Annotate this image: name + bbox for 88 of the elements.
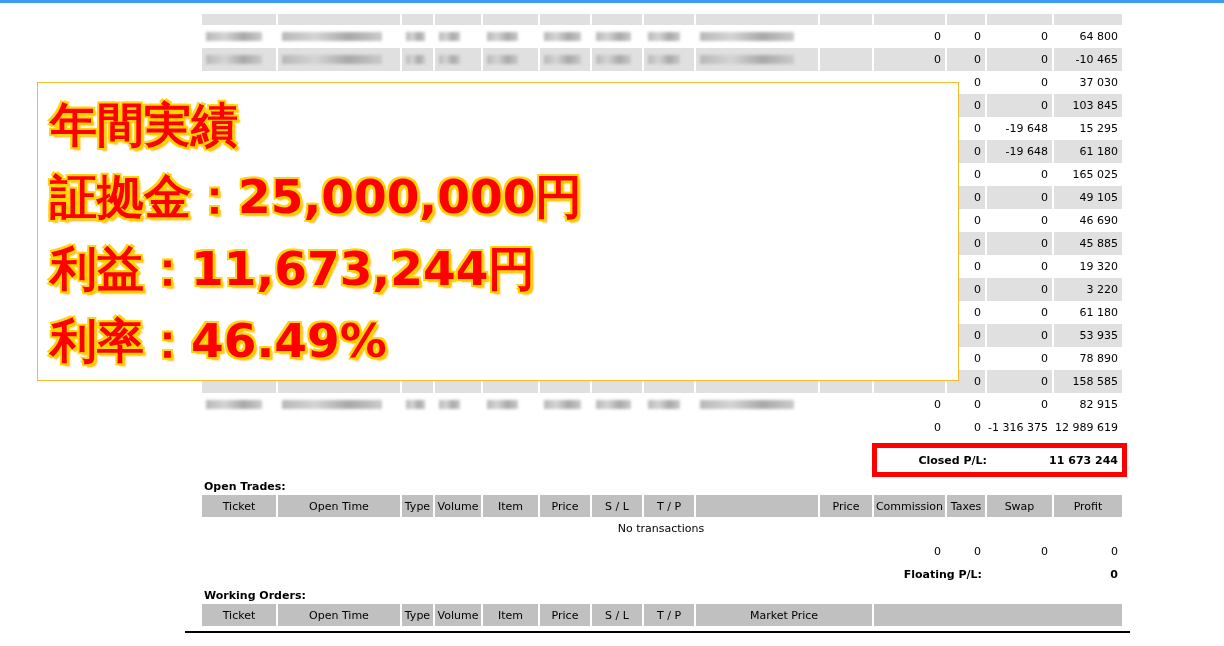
table-cell: -10 465 [1052,48,1122,71]
closed-pl-label: Closed P/L: [917,453,987,467]
column-header: Ticket [200,604,276,626]
redacted-text [544,55,581,64]
redacted-text [544,32,581,41]
column-header: S / L [590,604,642,626]
column-header: Price [818,495,872,517]
table-cell: 53 935 [1052,324,1122,347]
table-cell: 45 885 [1052,232,1122,255]
redacted-text [648,32,681,41]
table-cell: 158 585 [1052,370,1122,393]
column-header: Ticket [200,495,276,517]
redacted-text [439,400,460,409]
table-cell: 0 [945,48,985,71]
redacted-text [206,32,262,41]
annotation-text: 年間実績 [50,96,239,154]
table-cell: 0 [985,232,1052,255]
closed-pl-value: 11 673 244 [1048,453,1119,467]
column-header: Open Time [276,604,400,626]
redacted-text [439,32,460,41]
total-value: 12 989 619 [1052,416,1122,439]
table-cell: -19 648 [985,140,1052,163]
redacted-text [596,55,631,64]
column-header: Swap [985,495,1052,517]
total-value: 0 [985,540,1052,563]
column-header: S / L [590,495,642,517]
table-cell [1052,14,1122,25]
table-cell: 49 105 [1052,186,1122,209]
total-value: 0 [1052,540,1122,563]
annotation-text: 証拠金：25,000,000円 [50,168,584,226]
table-cell: 0 [985,324,1052,347]
table-cell: 82 915 [1052,393,1122,416]
redacted-text [596,400,631,409]
redacted-text [648,55,681,64]
redacted-text [406,55,425,64]
redacted-text [206,55,262,64]
table-cell: 0 [985,370,1052,393]
total-value: 0 [872,540,945,563]
redacted-text [206,400,262,409]
table-cell [818,14,872,25]
column-header: Commission [872,495,945,517]
table-cell: 0 [945,393,985,416]
column-header: Volume [433,495,481,517]
table-cell: 0 [985,48,1052,71]
table-cell: 0 [872,393,945,416]
total-value: -1 316 375 [985,416,1052,439]
redacted-text [487,55,518,64]
total-value: 0 [945,416,985,439]
redacted-text [596,32,631,41]
table-cell: 61 180 [1052,140,1122,163]
table-cell: 103 845 [1052,94,1122,117]
section-title: Open Trades: [203,479,287,495]
floating-pl-label: Floating P/L: [902,568,982,581]
table-cell: 3 220 [1052,278,1122,301]
column-header: Profit [1052,495,1122,517]
total-value: 0 [872,416,945,439]
column-header: Type [400,604,433,626]
column-header: Item [481,495,538,517]
column-header: T / P [642,495,694,517]
redacted-text [439,55,460,64]
redacted-text [544,400,581,409]
column-header: Open Time [276,495,400,517]
column-header: Price [538,495,590,517]
empty-message: No transactions [617,522,705,535]
redacted-text [487,400,518,409]
section-title: Working Orders: [203,588,307,604]
table-cell [945,14,985,25]
table-cell: 0 [985,186,1052,209]
total-value: 0 [945,540,985,563]
column-header: Taxes [945,495,985,517]
annotation-text: 利率：46.49% [50,312,388,370]
table-cell [985,14,1052,25]
column-header: Item [481,604,538,626]
column-header: Type [400,495,433,517]
redacted-text [406,400,425,409]
redacted-text [648,400,681,409]
table-cell: 0 [985,94,1052,117]
column-header: Market Price [694,604,872,626]
redacted-text [406,32,425,41]
table-cell: 0 [872,48,945,71]
column-header: Price [538,604,590,626]
column-header: T / P [642,604,694,626]
table-cell: 0 [985,393,1052,416]
annotation-text: 利益：11,673,244円 [50,240,537,298]
column-header: Volume [433,604,481,626]
table-cell: 0 [985,278,1052,301]
redacted-text [487,32,518,41]
floating-pl-value: 0 [1109,568,1119,581]
